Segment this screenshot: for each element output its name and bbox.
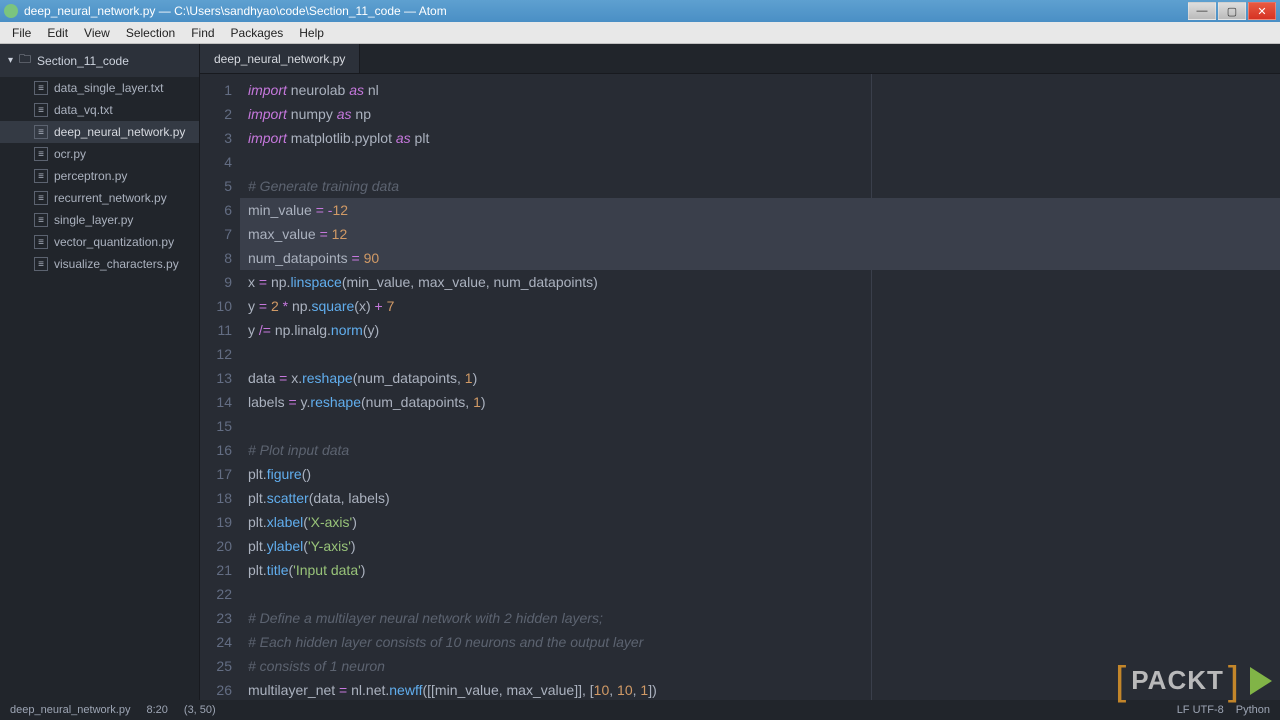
code-line[interactable]: import neurolab as nl — [240, 78, 1280, 102]
menu-item-help[interactable]: Help — [291, 24, 332, 42]
status-language[interactable]: Python — [1236, 704, 1270, 716]
menu-item-packages[interactable]: Packages — [223, 24, 292, 42]
menu-item-view[interactable]: View — [76, 24, 118, 42]
code-line[interactable] — [240, 582, 1280, 606]
folder-icon: 🗀 — [19, 50, 31, 71]
file-icon: ≡ — [34, 103, 48, 117]
file-icon: ≡ — [34, 125, 48, 139]
status-filename[interactable]: deep_neural_network.py — [10, 704, 130, 716]
maximize-button[interactable]: ▢ — [1218, 2, 1246, 20]
file-label: single_layer.py — [54, 213, 133, 227]
file-item[interactable]: ≡ recurrent_network.py — [0, 187, 199, 209]
code-line[interactable] — [240, 414, 1280, 438]
file-item[interactable]: ≡ deep_neural_network.py — [0, 121, 199, 143]
file-icon: ≡ — [34, 169, 48, 183]
code-line[interactable]: max_value = 12 — [240, 222, 1280, 246]
file-label: ocr.py — [54, 147, 86, 161]
project-name: Section_11_code — [37, 54, 129, 68]
code-line[interactable] — [240, 150, 1280, 174]
file-label: deep_neural_network.py — [54, 125, 185, 139]
close-button[interactable]: ✕ — [1248, 2, 1276, 20]
file-item[interactable]: ≡ single_layer.py — [0, 209, 199, 231]
app-icon — [4, 4, 18, 18]
menu-bar: FileEditViewSelectionFindPackagesHelp — [0, 22, 1280, 44]
code-editor[interactable]: 1234567891011121314151617181920212223242… — [200, 74, 1280, 700]
code-line[interactable]: x = np.linspace(min_value, max_value, nu… — [240, 270, 1280, 294]
file-icon: ≡ — [34, 81, 48, 95]
file-icon: ≡ — [34, 147, 48, 161]
menu-item-selection[interactable]: Selection — [118, 24, 183, 42]
code-line[interactable]: plt.scatter(data, labels) — [240, 486, 1280, 510]
code-line[interactable]: plt.xlabel('X-axis') — [240, 510, 1280, 534]
file-item[interactable]: ≡ data_single_layer.txt — [0, 77, 199, 99]
status-range: (3, 50) — [184, 704, 216, 716]
menu-item-find[interactable]: Find — [183, 24, 222, 42]
code-line[interactable] — [240, 342, 1280, 366]
code-line[interactable]: # consists of 1 neuron — [240, 654, 1280, 678]
status-encoding[interactable]: LF UTF-8 — [1177, 704, 1224, 716]
menu-item-edit[interactable]: Edit — [39, 24, 76, 42]
file-label: data_vq.txt — [54, 103, 113, 117]
file-icon: ≡ — [34, 191, 48, 205]
window-title: deep_neural_network.py — C:\Users\sandhy… — [24, 4, 1188, 18]
code-line[interactable]: # Generate training data — [240, 174, 1280, 198]
file-label: visualize_characters.py — [54, 257, 179, 271]
code-line[interactable]: # Define a multilayer neural network wit… — [240, 606, 1280, 630]
code-line[interactable]: plt.figure() — [240, 462, 1280, 486]
file-label: recurrent_network.py — [54, 191, 167, 205]
code-line[interactable]: # Each hidden layer consists of 10 neuro… — [240, 630, 1280, 654]
tab-active[interactable]: deep_neural_network.py — [200, 44, 360, 73]
code-line[interactable]: multilayer_net = nl.net.newff([[min_valu… — [240, 678, 1280, 700]
minimize-button[interactable]: — — [1188, 2, 1216, 20]
tab-bar: deep_neural_network.py — [200, 44, 1280, 74]
menu-item-file[interactable]: File — [4, 24, 39, 42]
editor-pane: deep_neural_network.py 12345678910111213… — [200, 44, 1280, 700]
file-label: data_single_layer.txt — [54, 81, 163, 95]
code-area[interactable]: import neurolab as nlimport numpy as npi… — [240, 74, 1280, 700]
status-cursor[interactable]: 8:20 — [146, 704, 167, 716]
code-line[interactable]: y /= np.linalg.norm(y) — [240, 318, 1280, 342]
file-label: vector_quantization.py — [54, 235, 174, 249]
file-item[interactable]: ≡ perceptron.py — [0, 165, 199, 187]
file-icon: ≡ — [34, 257, 48, 271]
file-item[interactable]: ≡ visualize_characters.py — [0, 253, 199, 275]
code-line[interactable]: import matplotlib.pyplot as plt — [240, 126, 1280, 150]
project-root[interactable]: ▾ 🗀 Section_11_code — [0, 44, 199, 77]
code-line[interactable]: plt.ylabel('Y-axis') — [240, 534, 1280, 558]
code-line[interactable]: num_datapoints = 90 — [240, 246, 1280, 270]
chevron-down-icon: ▾ — [8, 55, 13, 66]
window-titlebar: deep_neural_network.py — C:\Users\sandhy… — [0, 0, 1280, 22]
code-line[interactable]: y = 2 * np.square(x) + 7 — [240, 294, 1280, 318]
file-item[interactable]: ≡ vector_quantization.py — [0, 231, 199, 253]
project-sidebar: ▾ 🗀 Section_11_code ≡ data_single_layer.t… — [0, 44, 200, 700]
file-icon: ≡ — [34, 235, 48, 249]
main-area: ▾ 🗀 Section_11_code ≡ data_single_layer.t… — [0, 44, 1280, 700]
status-bar: deep_neural_network.py 8:20 (3, 50) LF U… — [0, 700, 1280, 720]
code-line[interactable]: labels = y.reshape(num_datapoints, 1) — [240, 390, 1280, 414]
code-line[interactable]: min_value = -12 — [240, 198, 1280, 222]
code-line[interactable]: # Plot input data — [240, 438, 1280, 462]
code-line[interactable]: plt.title('Input data') — [240, 558, 1280, 582]
code-line[interactable]: data = x.reshape(num_datapoints, 1) — [240, 366, 1280, 390]
file-item[interactable]: ≡ data_vq.txt — [0, 99, 199, 121]
code-line[interactable]: import numpy as np — [240, 102, 1280, 126]
file-icon: ≡ — [34, 213, 48, 227]
file-item[interactable]: ≡ ocr.py — [0, 143, 199, 165]
line-gutter: 1234567891011121314151617181920212223242… — [200, 74, 240, 700]
file-label: perceptron.py — [54, 169, 127, 183]
